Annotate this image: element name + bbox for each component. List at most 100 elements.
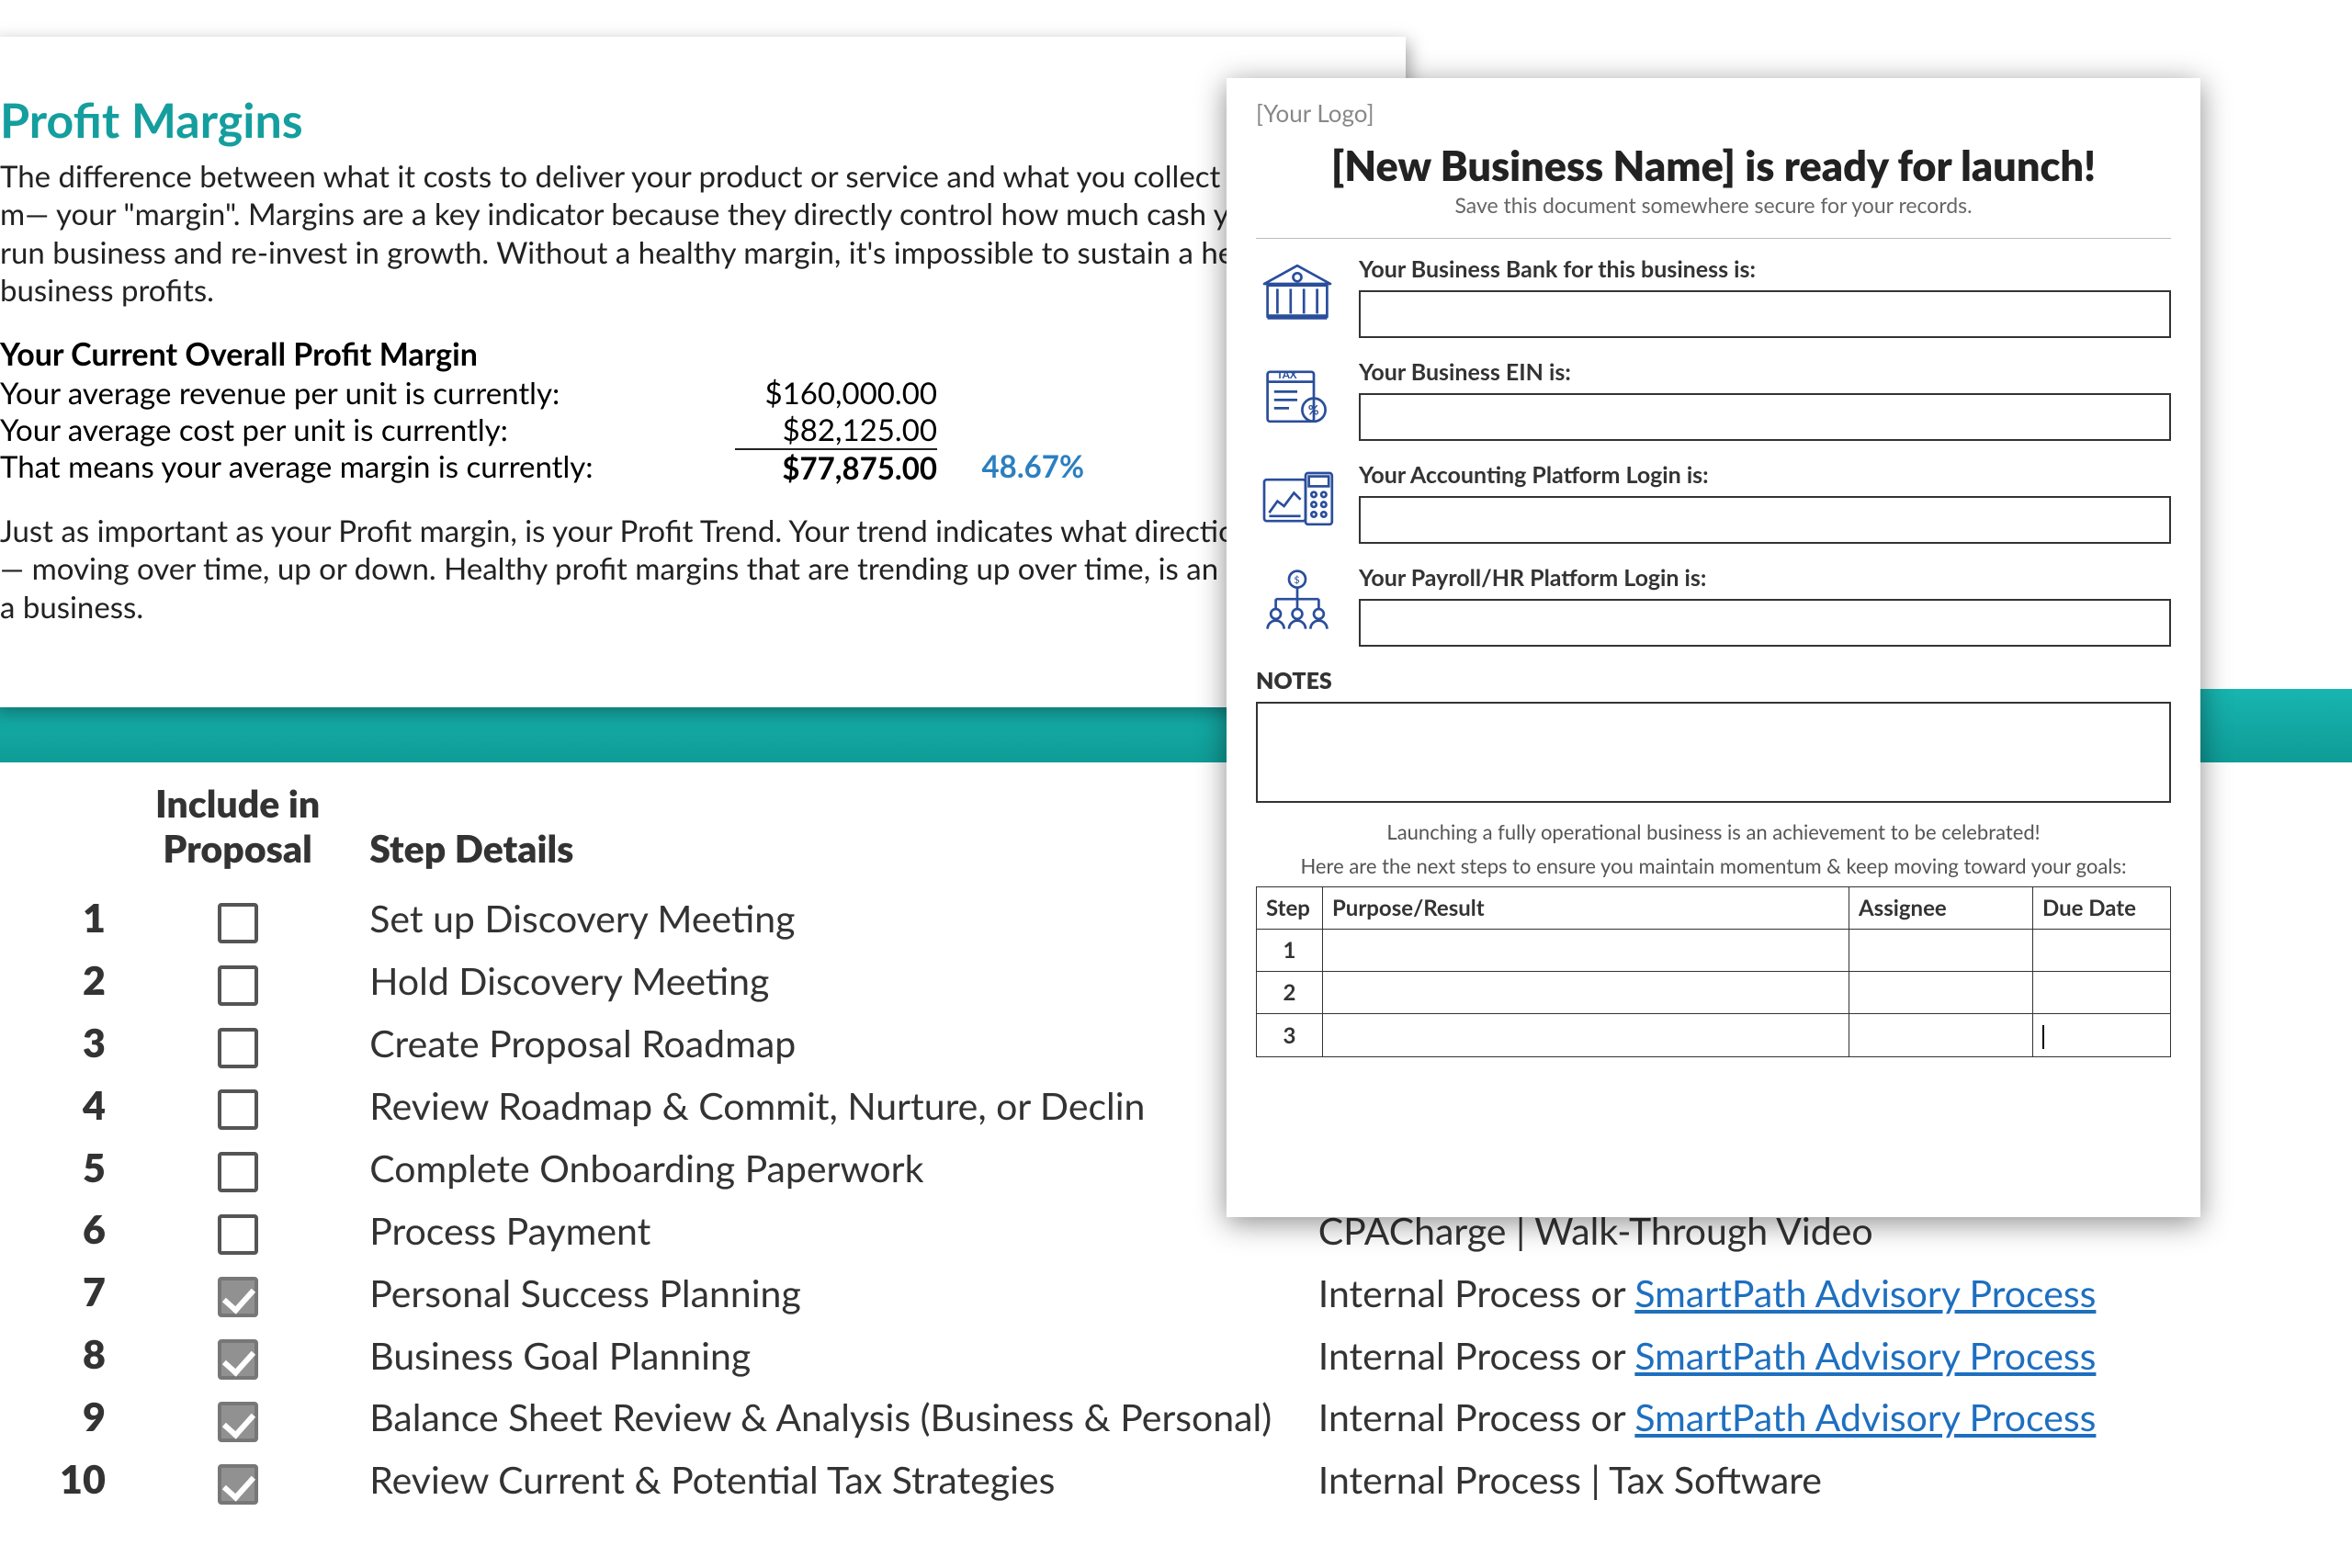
include-checkbox-cell (120, 1137, 355, 1200)
include-checkbox[interactable] (218, 1402, 258, 1442)
step-header-due: Due Date (2033, 887, 2171, 930)
include-checkbox-cell (120, 1199, 355, 1261)
payroll-label: Your Payroll/HR Platform Login is: (1359, 564, 2171, 592)
margin-percent: 48.67% (937, 448, 1084, 487)
profit-rows: Your average revenue per unit is current… (0, 375, 1380, 487)
smartpath-link[interactable]: SmartPath Advisory Process (1634, 1394, 2096, 1439)
launch-step-table: Step Purpose/Result Assignee Due Date 12… (1256, 886, 2171, 1057)
include-checkbox[interactable] (218, 1214, 258, 1255)
launch-field-bank: Your Business Bank for this business is: (1256, 255, 2171, 338)
smartpath-link[interactable]: SmartPath Advisory Process (1634, 1333, 2096, 1378)
step-purpose-cell[interactable] (1323, 1014, 1849, 1057)
ein-input[interactable] (1359, 393, 2171, 441)
step-detail: Personal Success Planning (355, 1261, 1304, 1324)
payroll-input[interactable] (1359, 599, 2171, 647)
row-number: 2 (37, 950, 120, 1012)
row-number: 4 (37, 1075, 120, 1137)
step-number: 2 (1257, 972, 1323, 1014)
step-resource: Internal Process or SmartPath Advisory P… (1304, 1386, 2352, 1449)
notes-label: NOTES (1256, 667, 2171, 694)
row-number: 9 (37, 1386, 120, 1449)
step-resource: Internal Process or SmartPath Advisory P… (1304, 1324, 2352, 1386)
step-header-assignee: Assignee (1849, 887, 2033, 930)
step-header-step: Step (1257, 887, 1323, 930)
step-header-purpose: Purpose/Result (1323, 887, 1849, 930)
table-row: 10Review Current & Potential Tax Strateg… (37, 1449, 2352, 1511)
table-row: 8 Business Goal PlanningInternal Process … (37, 1324, 2352, 1386)
revenue-value: $160,000.00 (735, 375, 937, 412)
svg-text:TAX: TAX (1277, 368, 1297, 381)
header-step-details: Step Details (355, 781, 1304, 887)
include-checkbox-cell (120, 1386, 355, 1449)
launch-msg1: Launching a fully operational business i… (1256, 819, 2171, 846)
include-checkbox-cell (120, 1449, 355, 1511)
step-purpose-cell[interactable] (1323, 972, 1849, 1014)
bank-label: Your Business Bank for this business is: (1359, 255, 2171, 283)
step-assignee-cell[interactable] (1849, 1014, 2033, 1057)
step-due-cell[interactable] (2033, 930, 2171, 972)
include-checkbox-cell (120, 887, 355, 950)
launch-field-accounting: Your Accounting Platform Login is: (1256, 461, 2171, 544)
margin-label: That means your average margin is curren… (0, 448, 735, 487)
profit-title: Profit Margins (0, 92, 1380, 149)
row-number: 6 (37, 1199, 120, 1261)
step-assignee-cell[interactable] (1849, 972, 2033, 1014)
profit-trend: Just as important as your Profit margin,… (0, 513, 1380, 626)
launch-field-ein: TAX% Your Business EIN is: (1256, 358, 2171, 441)
accounting-input[interactable] (1359, 496, 2171, 544)
margin-value: $77,875.00 (735, 448, 937, 487)
launch-document: [Your Logo] [New Business Name] is ready… (1227, 78, 2200, 1217)
step-detail: Create Proposal Roadmap (355, 1012, 1304, 1075)
row-number: 1 (37, 887, 120, 950)
step-detail: Set up Discovery Meeting (355, 887, 1304, 950)
accounting-icon (1256, 465, 1339, 533)
launch-title: [New Business Name] is ready for launch! (1256, 141, 2171, 190)
bank-input[interactable] (1359, 290, 2171, 338)
step-detail: Business Goal Planning (355, 1324, 1304, 1386)
include-checkbox[interactable] (218, 1339, 258, 1380)
table-row: 7 Personal Success PlanningInternal Proce… (37, 1261, 2352, 1324)
step-detail: Review Roadmap & Commit, Nurture, or Dec… (355, 1075, 1304, 1137)
include-checkbox-cell (120, 1324, 355, 1386)
include-checkbox[interactable] (218, 965, 258, 1006)
include-checkbox[interactable] (218, 903, 258, 943)
svg-text:$: $ (1294, 574, 1299, 586)
step-detail: Balance Sheet Review & Analysis (Busines… (355, 1386, 1304, 1449)
step-detail: Process Payment (355, 1199, 1304, 1261)
launch-step-row: 1 (1257, 930, 2171, 972)
row-number: 8 (37, 1324, 120, 1386)
profit-margins-document: Profit Margins The difference between wh… (0, 37, 1406, 707)
include-checkbox-cell (120, 1012, 355, 1075)
include-checkbox[interactable] (218, 1089, 258, 1130)
step-assignee-cell[interactable] (1849, 930, 2033, 972)
step-due-cell[interactable] (2033, 972, 2171, 1014)
launch-field-payroll: $ Your Payroll/HR Platform Login is: (1256, 564, 2171, 647)
accounting-label: Your Accounting Platform Login is: (1359, 461, 2171, 489)
revenue-label: Your average revenue per unit is current… (0, 375, 735, 412)
step-resource: Internal Process or SmartPath Advisory P… (1304, 1261, 2352, 1324)
svg-text:%: % (1308, 403, 1319, 419)
include-checkbox[interactable] (218, 1152, 258, 1192)
row-number: 7 (37, 1261, 120, 1324)
step-resource: Internal Process | Tax Software (1304, 1449, 2352, 1511)
tax-icon: TAX% (1256, 362, 1339, 430)
include-checkbox[interactable] (218, 1028, 258, 1068)
cost-label: Your average cost per unit is currently: (0, 412, 735, 448)
launch-step-row: 3 (1257, 1014, 2171, 1057)
step-purpose-cell[interactable] (1323, 930, 1849, 972)
include-checkbox-cell (120, 950, 355, 1012)
payroll-icon: $ (1256, 568, 1339, 636)
row-number: 3 (37, 1012, 120, 1075)
notes-textarea[interactable] (1256, 702, 2171, 803)
smartpath-link[interactable]: SmartPath Advisory Process (1634, 1270, 2096, 1315)
row-number: 10 (37, 1449, 120, 1511)
profit-subhead: Your Current Overall Profit Margin (0, 335, 1380, 373)
step-number: 1 (1257, 930, 1323, 972)
step-detail: Hold Discovery Meeting (355, 950, 1304, 1012)
include-checkbox[interactable] (218, 1464, 258, 1505)
include-checkbox[interactable] (218, 1277, 258, 1317)
step-due-cell[interactable] (2033, 1014, 2171, 1057)
ein-label: Your Business EIN is: (1359, 358, 2171, 386)
launch-msg2: Here are the next steps to ensure you ma… (1256, 853, 2171, 880)
step-detail: Complete Onboarding Paperwork (355, 1137, 1304, 1200)
